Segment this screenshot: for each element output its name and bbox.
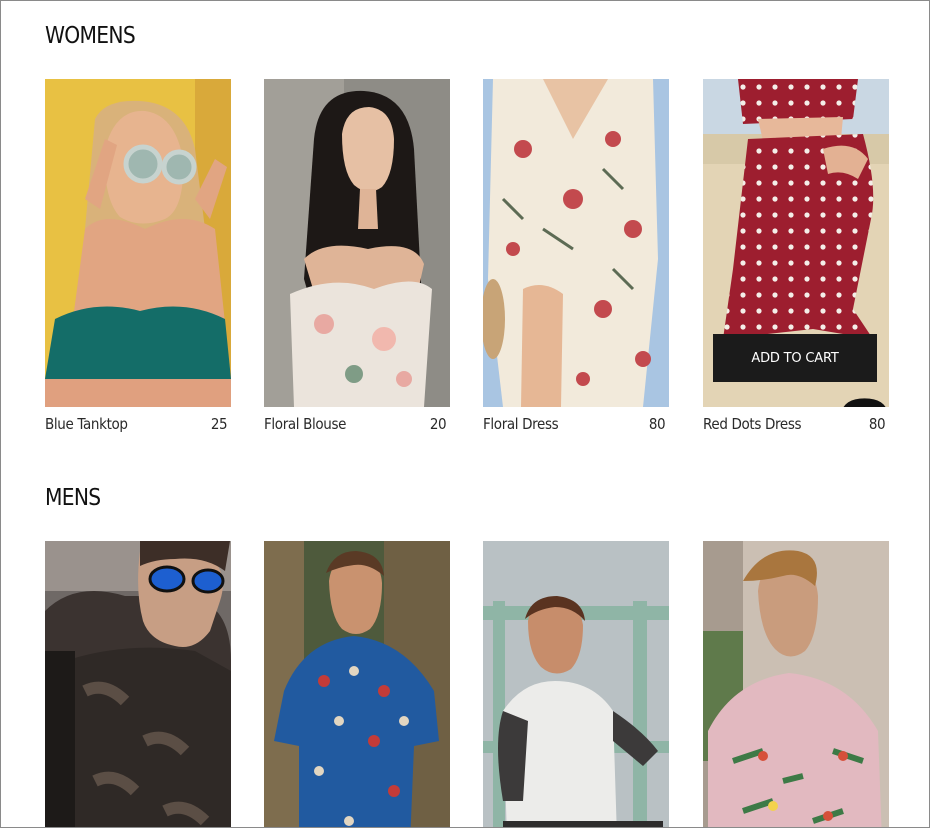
product-image[interactable] — [483, 79, 669, 407]
product-caption: Floral Dress 80 — [483, 415, 669, 433]
product-card-floral-dress[interactable]: Floral Dress 80 — [483, 79, 669, 433]
section-title-womens: WOMENS — [45, 23, 136, 49]
product-image[interactable] — [45, 541, 231, 827]
hand-pointer-icon — [843, 398, 886, 407]
product-name[interactable]: Floral Dress — [483, 415, 559, 433]
product-name[interactable]: Blue Tanktop — [45, 415, 128, 433]
product-card-mens-3[interactable] — [483, 541, 669, 827]
product-image[interactable] — [264, 541, 450, 827]
product-name[interactable]: Floral Blouse — [264, 415, 347, 433]
product-caption: Red Dots Dress 80 — [703, 415, 889, 433]
floral-dress-photo — [483, 79, 669, 407]
product-card-blue-tanktop[interactable]: Blue Tanktop 25 — [45, 79, 231, 433]
woman-floral-blouse-photo — [264, 79, 450, 407]
product-price: 25 — [210, 415, 228, 433]
blonde-woman-teal-top-photo — [45, 79, 231, 407]
man-raglan-tee-photo — [483, 541, 669, 827]
product-image[interactable] — [264, 79, 450, 407]
product-name[interactable]: Red Dots Dress — [703, 415, 802, 433]
product-card-mens-1[interactable] — [45, 541, 231, 827]
man-pink-floral-shirt-photo — [703, 541, 889, 827]
shop-page: WOMENS Blue Tanktop 25 Floral Blouse 20 … — [0, 0, 930, 828]
product-card-mens-4[interactable] — [703, 541, 889, 827]
product-caption: Floral Blouse 20 — [264, 415, 450, 433]
product-price: 80 — [648, 415, 666, 433]
section-title-mens: MENS — [45, 485, 101, 511]
product-card-floral-blouse[interactable]: Floral Blouse 20 — [264, 79, 450, 433]
product-image[interactable] — [703, 541, 889, 827]
product-price: 80 — [868, 415, 886, 433]
product-caption: Blue Tanktop 25 — [45, 415, 231, 433]
product-card-red-dots-dress[interactable]: ADD TO CART Red Dots Dress 80 — [703, 79, 889, 433]
product-price: 20 — [429, 415, 447, 433]
product-card-mens-2[interactable] — [264, 541, 450, 827]
product-image[interactable] — [483, 541, 669, 827]
product-image[interactable]: ADD TO CART — [703, 79, 889, 407]
man-blue-floral-shirt-photo — [264, 541, 450, 827]
man-camo-vest-photo — [45, 541, 231, 827]
product-image[interactable] — [45, 79, 231, 407]
